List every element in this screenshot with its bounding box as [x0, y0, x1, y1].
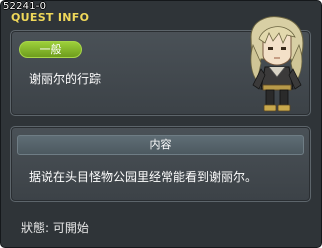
quest-name: 谢丽尔的行踪 — [29, 72, 102, 86]
quest-summary-panel: 一般 谢丽尔的行踪 — [10, 16, 311, 116]
quest-info-window: 52241-0 QUEST INFO 一般 谢丽尔的行踪 内容 据说在头目怪物公… — [0, 0, 322, 248]
quest-content-panel: 内容 据说在头目怪物公园里经常能看到谢丽尔。 — [10, 126, 311, 202]
content-text: 据说在头目怪物公园里经常能看到谢丽尔。 — [29, 170, 258, 184]
window-title: QUEST INFO — [11, 11, 90, 24]
content-header: 内容 — [17, 135, 304, 155]
npc-portrait-icon — [250, 16, 304, 112]
category-badge: 一般 — [19, 41, 82, 58]
quest-status: 狀態: 可開始 — [21, 221, 89, 235]
